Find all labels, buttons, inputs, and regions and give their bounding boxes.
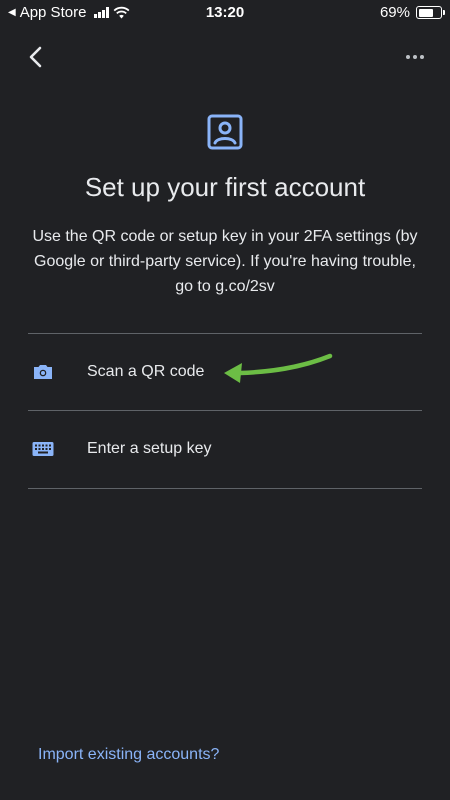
status-bar: ◀ App Store 13:20 69%: [0, 0, 450, 24]
divider-bottom: [28, 488, 422, 489]
keyboard-icon: [32, 442, 54, 456]
more-horizontal-icon: [406, 55, 424, 59]
page-title: Set up your first account: [84, 172, 366, 202]
battery-icon: [416, 6, 445, 19]
battery-percent: 69%: [379, 4, 410, 21]
enter-setup-key-label: Enter a setup key: [87, 440, 212, 457]
annotation-arrow-icon: [224, 353, 333, 383]
enter-setup-key-option[interactable]: Enter a setup key: [0, 411, 450, 487]
import-existing-accounts-link[interactable]: Import existing accounts?: [38, 746, 219, 764]
more-options-button[interactable]: [400, 42, 430, 72]
setup-description: Use the QR code or setup key in your 2FA…: [32, 228, 418, 295]
account-box-icon: [207, 114, 243, 150]
chevron-left-icon: [29, 46, 42, 68]
status-right: 69%: [379, 4, 445, 21]
scan-qr-code-label: Scan a QR code: [87, 363, 205, 380]
battery-fill: [418, 8, 433, 17]
back-button[interactable]: [22, 42, 52, 72]
camera-icon: [34, 365, 52, 379]
